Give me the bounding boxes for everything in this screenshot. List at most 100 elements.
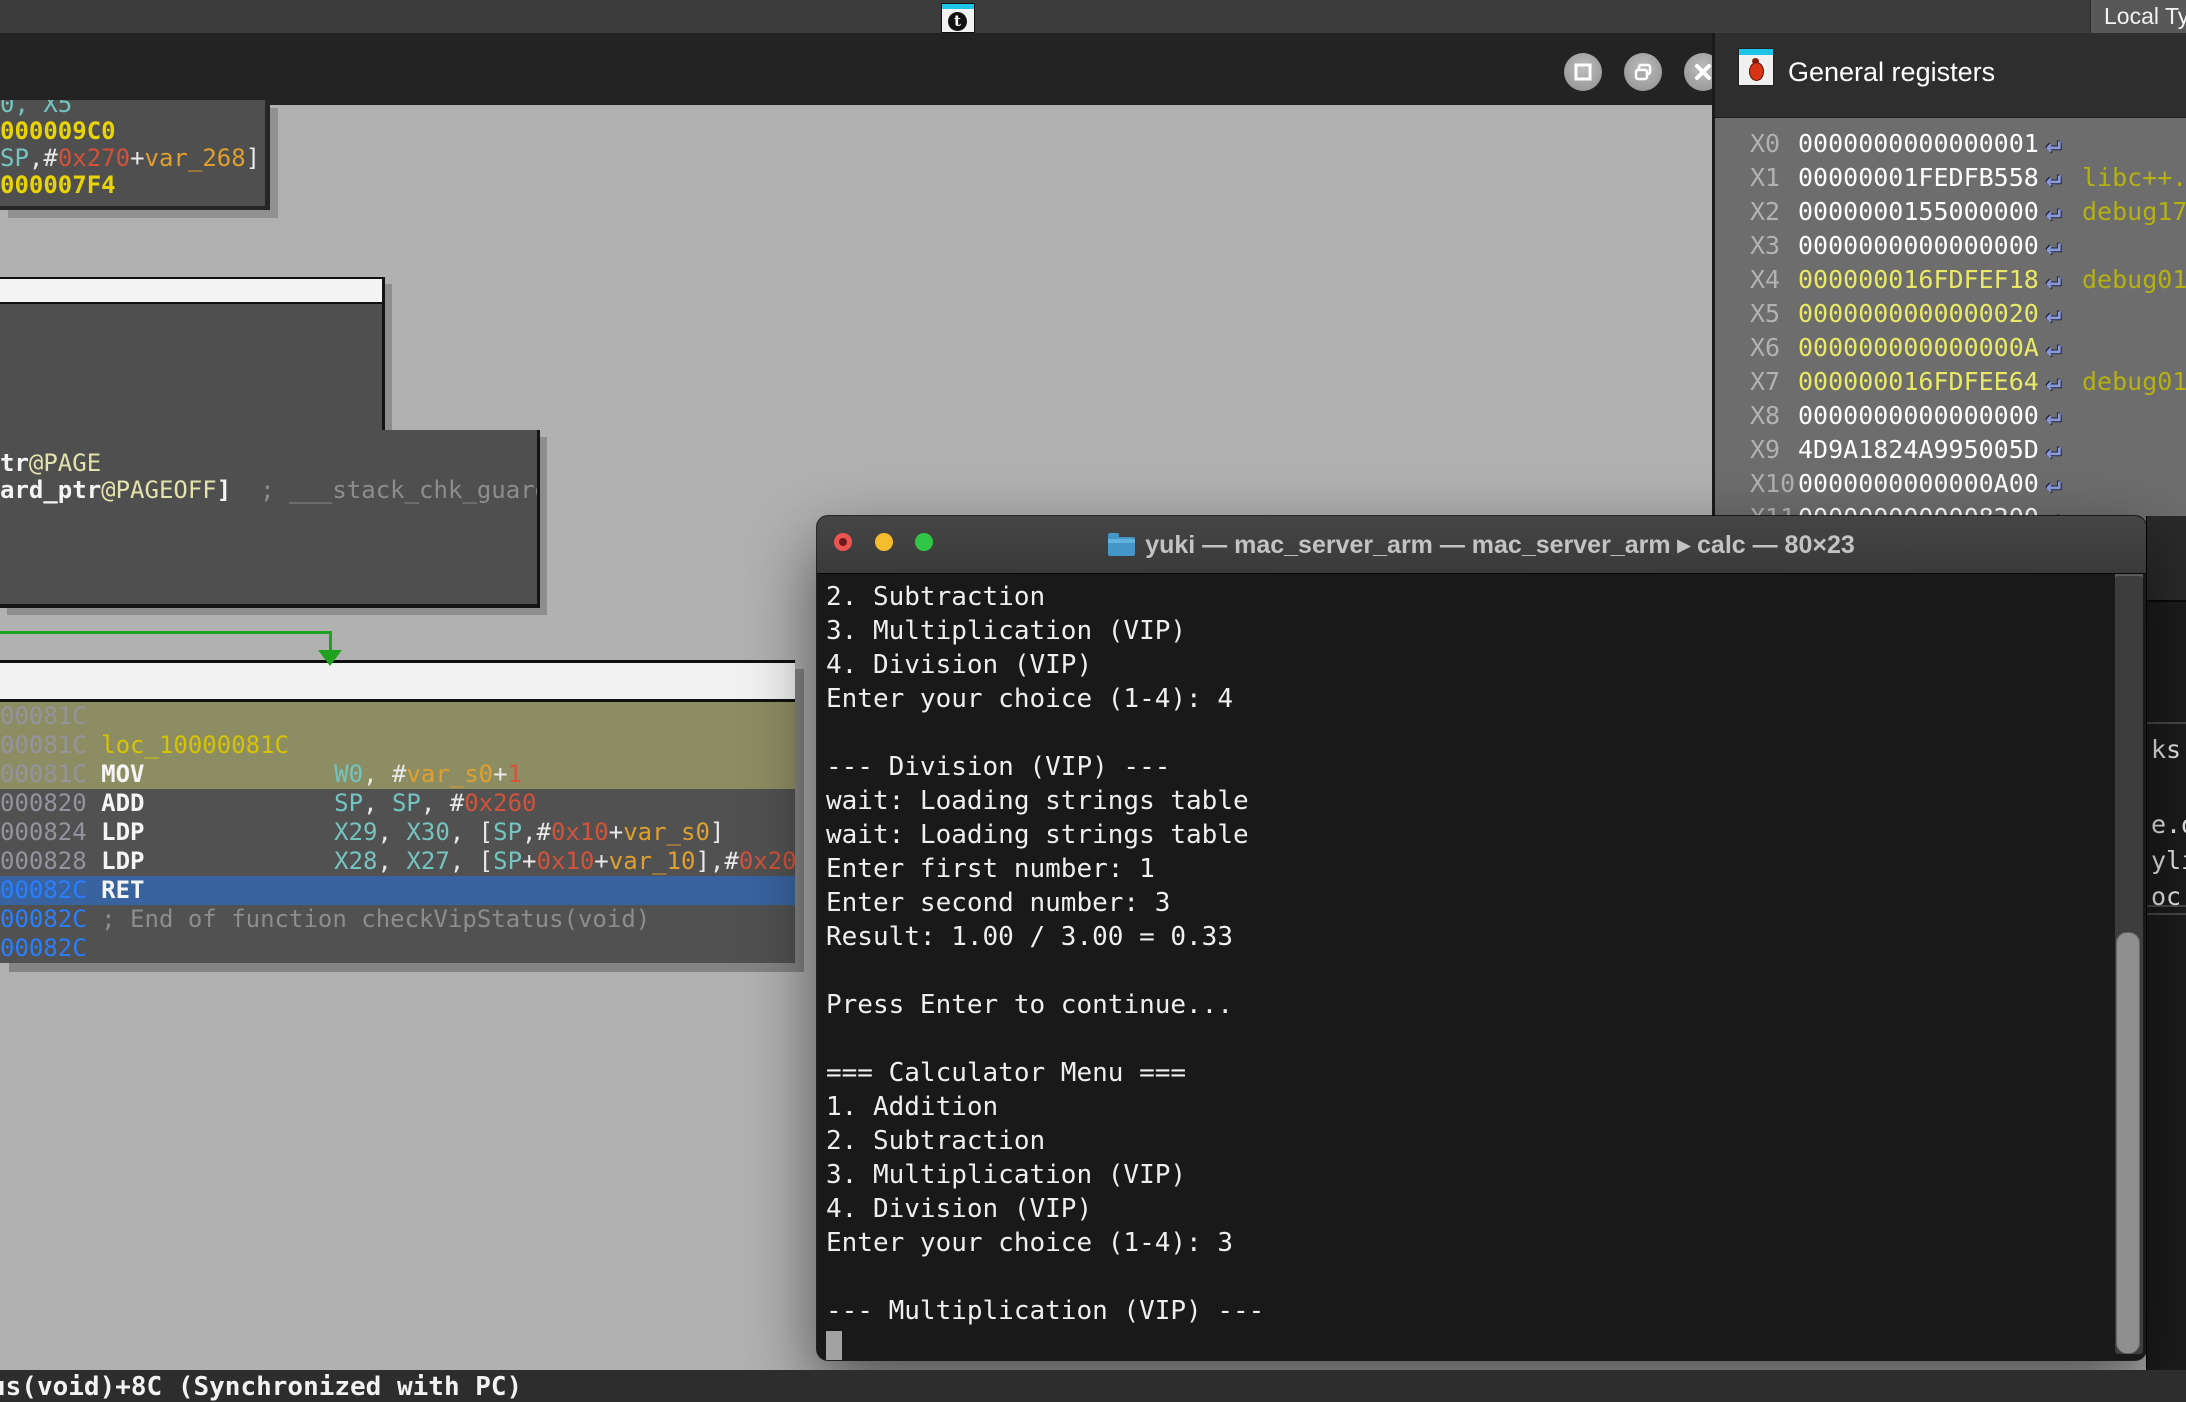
terminal-cursor	[826, 1331, 842, 1360]
asm-token: ,	[363, 789, 392, 817]
desktop: t Local Ty	[0, 0, 2186, 1402]
asm-token: 00082C	[0, 934, 87, 962]
register-row[interactable]: X50000000000000020↵	[1715, 297, 2186, 331]
asm-token: 000828	[0, 847, 101, 875]
graph-node-header[interactable]	[0, 277, 382, 304]
asm-token: SP	[334, 789, 363, 817]
terminal-line: Enter your choice (1-4): 3	[826, 1226, 2146, 1260]
follow-pointer-icon[interactable]: ↵	[2046, 195, 2082, 229]
follow-pointer-icon[interactable]: ↵	[2046, 365, 2082, 399]
register-name: X0	[1750, 127, 1798, 161]
register-value[interactable]: 000000000000000A	[1798, 331, 2046, 365]
register-value[interactable]: 000000016FDFEF18	[1798, 263, 2046, 297]
follow-pointer-icon[interactable]: ↵	[2046, 331, 2082, 365]
asm-line[interactable]: 00081C loc_10000081C	[0, 731, 795, 760]
terminal-titlebar[interactable]: yuki — mac_server_arm — mac_server_arm ▸…	[817, 516, 2146, 574]
register-value[interactable]: 0000000155000000	[1798, 195, 2046, 229]
follow-pointer-icon[interactable]: ↵	[2046, 263, 2082, 297]
register-name: X8	[1750, 399, 1798, 433]
register-value[interactable]: 0000000000000001	[1798, 127, 2046, 161]
close-icon	[1693, 62, 1713, 82]
terminal-line: 3. Multiplication (VIP)	[826, 1158, 2146, 1192]
asm-token: LDP	[101, 818, 334, 847]
asm-token: 0, X5	[0, 100, 72, 118]
asm-token: ,#	[522, 818, 551, 846]
register-value[interactable]: 0000000000000020	[1798, 297, 2046, 331]
asm-token: +	[522, 847, 536, 875]
register-name: X1	[1750, 161, 1798, 195]
status-bar-text: us(void)+8C (Synchronized with PC)	[0, 1370, 2186, 1402]
disassembly-fragment-topleft: 0, X5000009C0SP,#0x270+var_268]000007F4	[0, 100, 270, 210]
graph-node-checkvipstatus: 00081C00081C loc_10000081C00081C MOVW0, …	[0, 660, 795, 963]
terminal-line: Result: 1.00 / 3.00 = 0.33	[826, 920, 2146, 954]
terminal-line: --- Division (VIP) ---	[826, 750, 2146, 784]
register-value[interactable]: 00000001FEDFB558	[1798, 161, 2046, 195]
icon-titlebar-strip	[942, 4, 974, 9]
asm-line[interactable]: 000009C0	[0, 118, 265, 145]
register-row[interactable]: X20000000155000000↵debug172:	[1715, 195, 2186, 229]
asm-line[interactable]: 00082C	[0, 934, 795, 963]
register-row[interactable]: X30000000000000000↵	[1715, 229, 2186, 263]
follow-pointer-icon[interactable]: ↵	[2046, 297, 2082, 331]
register-row[interactable]: X94D9A1824A995005D↵	[1715, 433, 2186, 467]
traffic-light-zoom[interactable]	[915, 533, 933, 551]
asm-line[interactable]: 000820 ADDSP, SP, #0x260	[0, 789, 795, 818]
asm-token: , [	[450, 818, 493, 846]
register-name: X6	[1750, 331, 1798, 365]
register-row[interactable]: X6000000000000000A↵	[1715, 331, 2186, 365]
asm-line[interactable]: 00081C	[0, 702, 795, 731]
asm-line[interactable]: ard_ptr@PAGEOFF] ; ___stack_chk_guard	[0, 477, 537, 504]
asm-token: 0x10	[537, 847, 595, 875]
asm-line[interactable]: 00082C RET	[0, 876, 795, 905]
asm-line[interactable]: 000824 LDPX29, X30, [SP,#0x10+var_s0]	[0, 818, 795, 847]
follow-pointer-icon[interactable]: ↵	[2046, 467, 2082, 501]
register-row[interactable]: X80000000000000000↵	[1715, 399, 2186, 433]
follow-pointer-icon[interactable]: ↵	[2046, 433, 2082, 467]
asm-line[interactable]: tr@PAGE	[0, 450, 537, 477]
asm-line[interactable]: 00081C MOVW0, #var_s0+1	[0, 760, 795, 789]
register-name: X3	[1750, 229, 1798, 263]
register-value[interactable]: 0000000000000000	[1798, 229, 2046, 263]
registers-panel-header: General registers	[1715, 33, 2186, 118]
register-row[interactable]: X4000000016FDFEF18↵debug012:	[1715, 263, 2186, 297]
register-value[interactable]: 000000016FDFEE64	[1798, 365, 2046, 399]
follow-pointer-icon[interactable]: ↵	[2046, 229, 2082, 263]
flow-arrow-line	[0, 631, 332, 634]
registers-panel-title: General registers	[1788, 57, 1995, 88]
register-value[interactable]: 4D9A1824A995005D	[1798, 433, 2046, 467]
asm-token: ]	[217, 476, 231, 504]
follow-pointer-icon[interactable]: ↵	[2046, 399, 2082, 433]
register-row[interactable]: X100000001FEDFB558↵libc++.1.	[1715, 161, 2186, 195]
asm-line[interactable]: 00082C ; End of function checkVipStatus(…	[0, 905, 795, 934]
graph-node-header[interactable]	[0, 660, 795, 702]
tab-local-types[interactable]: Local Ty	[2090, 0, 2186, 33]
register-value[interactable]: 0000000000000A00	[1798, 467, 2046, 501]
icon-titlebar-strip	[1739, 49, 1773, 55]
asm-line[interactable]: SP,#0x270+var_268]	[0, 145, 265, 172]
asm-line[interactable]: 0, X5	[0, 100, 265, 118]
asm-token: SP	[0, 144, 29, 172]
terminal-line: Press Enter to continue...	[826, 988, 2146, 1022]
terminal-window[interactable]: yuki — mac_server_arm — mac_server_arm ▸…	[817, 516, 2146, 1360]
follow-pointer-icon[interactable]: ↵	[2046, 127, 2082, 161]
register-row[interactable]: X100000000000000A00↵	[1715, 467, 2186, 501]
follow-pointer-icon[interactable]: ↵	[2046, 161, 2082, 195]
asm-line[interactable]: 000828 LDPX28, X27, [SP+0x10+var_10],#0x…	[0, 847, 795, 876]
register-row[interactable]: X00000000000000001↵	[1715, 127, 2186, 161]
terminal-title: yuki — mac_server_arm — mac_server_arm ▸…	[1108, 530, 1855, 560]
asm-token: 00081C	[0, 760, 101, 788]
register-row[interactable]: X7000000016FDFEE64↵debug012:	[1715, 365, 2186, 399]
clipped-label: ks.d	[2151, 735, 2186, 764]
asm-token: SP	[493, 818, 522, 846]
register-target-label: debug012:	[2082, 367, 2186, 396]
register-value[interactable]: 0000000000000000	[1798, 399, 2046, 433]
register-name: X4	[1750, 263, 1798, 297]
traffic-light-close[interactable]	[834, 533, 852, 551]
restore-button[interactable]	[1624, 53, 1662, 91]
asm-line[interactable]: 000007F4	[0, 172, 265, 199]
traffic-light-minimize[interactable]	[875, 533, 893, 551]
terminal-output[interactable]: 2. Subtraction3. Multiplication (VIP)4. …	[817, 574, 2146, 1360]
terminal-scrollbar-thumb[interactable]	[2116, 932, 2140, 1354]
asm-token: ,#	[29, 144, 58, 172]
maximize-button[interactable]	[1564, 53, 1602, 91]
